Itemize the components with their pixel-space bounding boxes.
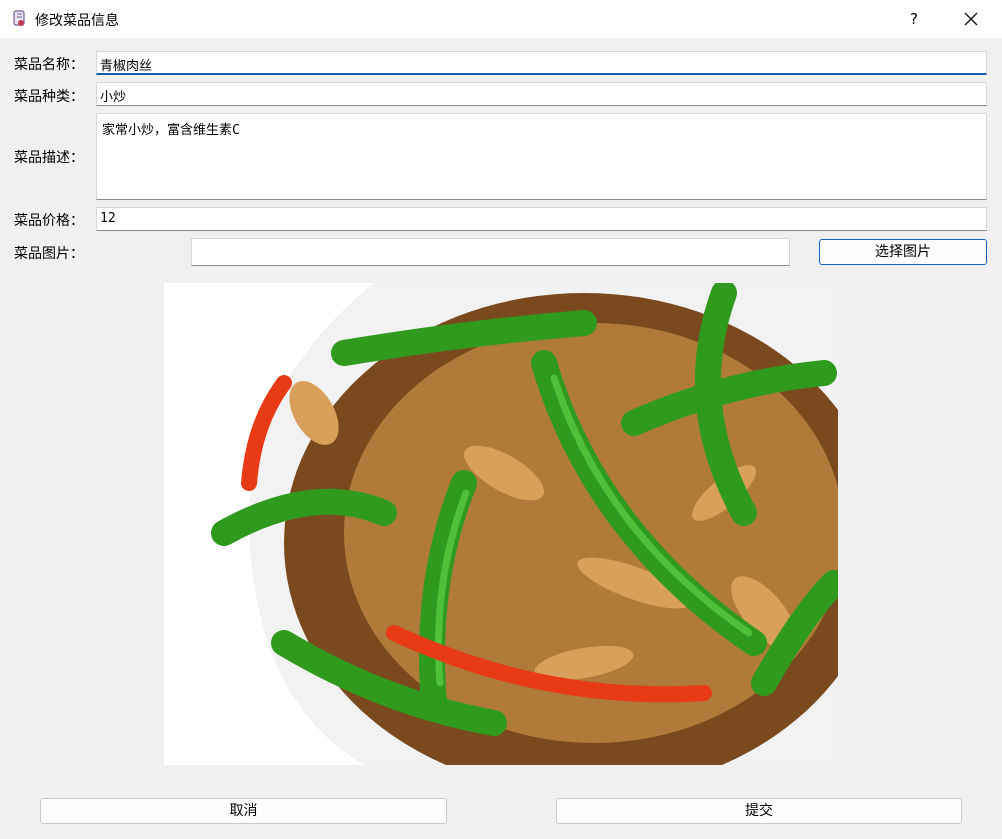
image-path-field[interactable]: [191, 238, 790, 266]
close-button[interactable]: [948, 0, 994, 38]
dish-image: [164, 283, 838, 765]
close-icon: [964, 12, 978, 26]
notebook-icon: [12, 10, 26, 28]
window-title: 修改菜品信息: [35, 13, 119, 29]
submit-button[interactable]: 提交: [556, 798, 962, 824]
type-label: 菜品种类：: [14, 89, 84, 105]
image-label: 菜品图片：: [14, 246, 84, 262]
name-field[interactable]: 青椒肉丝: [96, 51, 987, 75]
cancel-button[interactable]: 取消: [40, 798, 447, 824]
choose-image-button[interactable]: 选择图片: [819, 239, 987, 265]
price-field[interactable]: 12: [96, 207, 987, 231]
help-button[interactable]: ?: [892, 0, 936, 38]
type-field[interactable]: 小炒: [96, 82, 987, 106]
name-label: 菜品名称：: [14, 57, 84, 73]
title-bar: 修改菜品信息 ?: [0, 0, 1002, 38]
description-textarea[interactable]: 家常小炒，富含维生素C: [96, 113, 987, 200]
description-label: 菜品描述：: [14, 150, 84, 166]
price-label: 菜品价格：: [14, 213, 84, 229]
